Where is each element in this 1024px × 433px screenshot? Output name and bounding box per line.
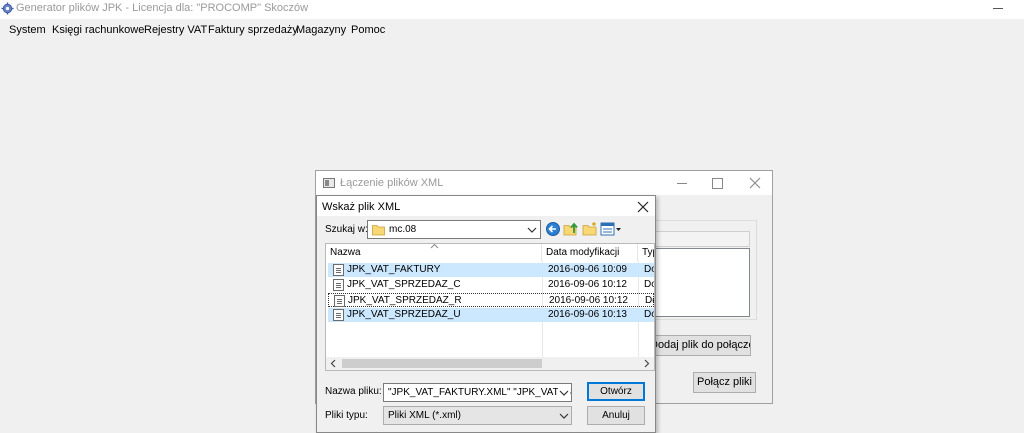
look-in-label: Szukaj w: [325, 224, 368, 235]
look-in-combo[interactable]: mc.08 [367, 220, 541, 239]
file-row[interactable]: JPK_VAT_SPRZEDAZ_C 2016-09-06 10:12 Doku… [328, 278, 654, 292]
back-icon[interactable] [545, 221, 561, 237]
maximize-icon[interactable] [708, 175, 726, 191]
cancel-button[interactable]: Anuluj [587, 406, 645, 425]
app-title: Generator plików JPK - Licencja dla: "PR… [16, 2, 309, 14]
close-icon[interactable] [746, 175, 764, 191]
up-folder-icon[interactable] [563, 221, 579, 237]
merge-dialog-titlebar[interactable]: Łączenie plików XML [316, 171, 772, 195]
menu-item-rejestry-vat[interactable]: Rejestry VAT [144, 24, 207, 36]
column-header-type[interactable]: Typ [638, 244, 654, 261]
chevron-down-icon[interactable] [526, 225, 538, 235]
xml-file-icon [334, 295, 345, 307]
filetype-select[interactable]: Pliki XML (*.xml) [383, 406, 572, 425]
sort-ascending-icon [430, 244, 439, 249]
menu-item-pomoc[interactable]: Pomoc [351, 24, 385, 36]
filename-label: Nazwa pliku: [325, 386, 382, 397]
chevron-down-icon[interactable] [558, 411, 570, 421]
file-row[interactable]: JPK_VAT_FAKTURY 2016-09-06 10:09 Dokumen… [328, 263, 654, 277]
merge-dialog-title: Łączenie plików XML [340, 177, 444, 189]
column-header-date[interactable]: Data modyfikacji [542, 244, 638, 261]
files-list[interactable] [654, 248, 750, 317]
new-folder-icon[interactable] [582, 221, 598, 237]
folder-icon [372, 225, 385, 236]
minimize-icon[interactable] [673, 175, 691, 191]
scrollbar-thumb[interactable] [342, 359, 542, 368]
gears-icon [1, 2, 14, 15]
main-titlebar[interactable]: Generator plików JPK - Licencja dla: "PR… [0, 0, 1024, 19]
window-icon [323, 178, 335, 188]
menu-item-system[interactable]: System [9, 24, 46, 36]
file-dialog-title: Wskaż plik XML [322, 201, 401, 213]
xml-file-icon [333, 264, 344, 276]
file-row[interactable]: JPK_VAT_SPRZEDAZ_U 2016-09-06 10:13 Doku… [328, 308, 654, 322]
add-file-button[interactable]: Dodaj plik do połączenia [649, 335, 751, 356]
xml-file-icon [333, 279, 344, 291]
close-icon[interactable] [636, 200, 650, 214]
chevron-down-icon[interactable] [558, 388, 570, 398]
files-list-header [654, 231, 750, 247]
menu-item-magazyny[interactable]: Magazyny [296, 24, 346, 36]
filename-input[interactable]: "JPK_VAT_FAKTURY.XML" "JPK_VAT_SPRZEDAZ_… [383, 383, 572, 402]
chevron-left-icon[interactable] [328, 358, 339, 369]
open-button[interactable]: Otwórz [587, 382, 645, 401]
horizontal-scrollbar[interactable] [326, 357, 654, 370]
merge-files-button[interactable]: Połącz pliki [693, 372, 756, 393]
minimize-icon[interactable] [988, 1, 1008, 17]
column-header-name[interactable]: Nazwa [326, 244, 542, 261]
view-menu-icon[interactable] [600, 221, 622, 237]
file-open-dialog: Wskaż plik XML Szukaj w: mc.08 Nazwa Dat… [316, 195, 656, 433]
menu-bar: System Księgi rachunkowe Rejestry VAT Fa… [0, 20, 1024, 41]
menu-item-ksiegi[interactable]: Księgi rachunkowe [52, 24, 144, 36]
file-dialog-titlebar[interactable]: Wskaż plik XML [317, 196, 655, 216]
menu-item-faktury[interactable]: Faktury sprzedaży [208, 24, 298, 36]
xml-file-icon [333, 309, 344, 321]
file-list[interactable]: Nazwa Data modyfikacji Typ JPK_VAT_FAKTU… [325, 243, 655, 371]
filetype-label: Pliki typu: [325, 410, 368, 421]
file-row[interactable]: JPK_VAT_SPRZEDAZ_R 2016-09-06 10:12 Doku… [328, 293, 654, 307]
look-in-value: mc.08 [389, 224, 417, 235]
chevron-right-icon[interactable] [641, 358, 652, 369]
